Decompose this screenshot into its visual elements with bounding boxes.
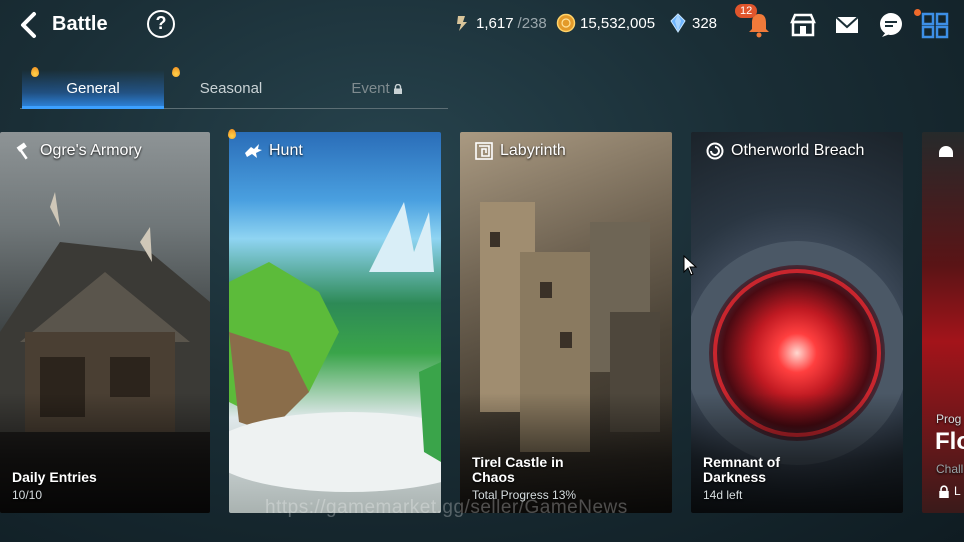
breach-stage-name: Remnant of [703, 454, 780, 470]
gold-resource[interactable]: 15,532,005 [556, 13, 655, 33]
partial-lock-row: L [938, 484, 961, 498]
tab-event[interactable]: Event [306, 70, 448, 108]
partial-title: Flo [935, 428, 964, 455]
top-bar: Battle ? 1,617/238 15,532,005 328 12 [0, 0, 964, 50]
back-button[interactable] [14, 10, 44, 40]
breach-stage-name-2: Darkness [703, 469, 767, 485]
hunt-artwork [229, 132, 441, 513]
crystal-icon [670, 13, 686, 33]
card-title-text: Labyrinth [500, 142, 566, 159]
gold-coin-icon [556, 13, 576, 33]
breach-time-left: 14d left [703, 488, 743, 502]
card-title: Ogre's Armory [14, 141, 142, 161]
mail-button[interactable] [832, 10, 862, 40]
menu-grid-icon [921, 12, 949, 39]
card-title-text: Ogre's Armory [40, 142, 142, 159]
stamina-value: 1,617 [476, 14, 514, 32]
card-partial-next[interactable]: Prog Flo Chall L [922, 132, 964, 513]
stamina-icon [457, 16, 467, 31]
daily-entries-label: Daily Entries [12, 469, 97, 485]
helmet-icon [939, 146, 953, 157]
card-labyrinth[interactable]: Labyrinth Tirel Castle in Chaos Total Pr… [460, 132, 672, 513]
shop-icon [790, 13, 816, 37]
card-title: Hunt [243, 141, 303, 161]
crystal-resource[interactable]: 328 [668, 13, 717, 33]
card-title: Labyrinth [474, 141, 566, 161]
tab-general-label: General [66, 80, 120, 97]
back-arrow-icon [21, 12, 36, 38]
dragon-icon [245, 144, 262, 158]
crystal-value: 328 [692, 14, 718, 32]
portal-icon [706, 142, 724, 160]
tab-seasonal[interactable]: Seasonal [160, 70, 302, 108]
mouse-cursor-icon [683, 255, 698, 276]
tab-event-label: Event [351, 80, 390, 97]
partial-progress-label: Prog [936, 412, 962, 426]
hammer-icon [16, 142, 28, 160]
labyrinth-stage-name: Tirel Castle in [472, 454, 564, 470]
shop-button[interactable] [788, 10, 818, 40]
labyrinth-stage-name-2: Chaos [472, 469, 515, 485]
tab-general[interactable]: General [22, 70, 164, 109]
card-title-text: Hunt [269, 142, 303, 159]
stamina-resource[interactable]: 1,617/238 [452, 13, 547, 33]
chat-icon [880, 13, 902, 37]
watermark-text: https://gamemarket.gg/seller/GameNews [265, 497, 628, 518]
card-hunt[interactable]: Hunt [229, 132, 441, 513]
gold-value: 15,532,005 [580, 14, 656, 32]
notification-badge: 12 [735, 4, 758, 18]
card-title: Otherworld Breach [705, 141, 864, 161]
lock-icon [393, 84, 402, 94]
mail-icon [835, 16, 859, 33]
daily-entries-count: 10/10 [12, 488, 43, 502]
main-menu-button[interactable] [920, 10, 950, 40]
category-tabs: General Seasonal Event [20, 70, 448, 110]
card-title [936, 141, 956, 161]
card-title-text: Otherworld Breach [731, 142, 865, 159]
partial-challenge-label: Chall [936, 462, 964, 476]
partial-lock-text: L [954, 484, 961, 498]
help-button[interactable]: ? [147, 10, 175, 38]
page-title: Battle [52, 13, 108, 35]
stamina-max: /238 [517, 14, 547, 32]
maze-icon [475, 142, 493, 160]
tab-seasonal-alert-icon [172, 67, 180, 77]
lock-icon [939, 484, 949, 498]
card-ogres-armory[interactable]: Ogre's Armory Daily Entries 10/10 [0, 132, 210, 513]
tab-seasonal-label: Seasonal [199, 80, 263, 97]
chat-button[interactable] [876, 10, 906, 40]
card-otherworld-breach[interactable]: Otherworld Breach Remnant of Darkness 14… [691, 132, 903, 513]
hunt-alert-icon [228, 129, 236, 139]
tab-general-alert-icon [31, 67, 39, 77]
